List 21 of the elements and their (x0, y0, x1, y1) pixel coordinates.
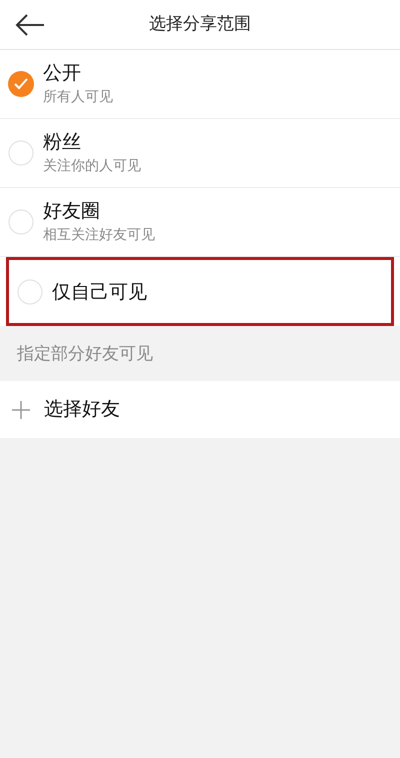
option-title: 粉丝 (43, 130, 82, 155)
checked-radio-icon (8, 71, 34, 97)
add-friend-label: 选择好友 (44, 397, 120, 422)
back-arrow-icon (15, 14, 45, 36)
page-title: 选择分享范围 (149, 12, 251, 36)
radio-icon (8, 209, 34, 235)
add-friend-row[interactable]: 选择好友 (0, 381, 400, 438)
plus-icon (12, 400, 30, 418)
section-title: 指定部分好友可见 (17, 342, 153, 366)
option-description: 相互关注好友可见 (43, 226, 155, 245)
option-title: 仅自己可见 (52, 280, 147, 304)
radio-icon (8, 140, 34, 166)
visibility-option[interactable]: 仅自己可见 (6, 257, 394, 326)
radio-icon (17, 278, 43, 304)
option-title: 好友圈 (43, 199, 101, 224)
visibility-option[interactable]: 粉丝 关注你的人可见 (0, 119, 400, 188)
visibility-option[interactable]: 好友圈 相互关注好友可见 (0, 188, 400, 257)
option-description: 关注你的人可见 (43, 157, 141, 176)
option-title: 公开 (43, 61, 82, 86)
visibility-option[interactable]: 公开 所有人可见 (0, 50, 400, 119)
option-description: 所有人可见 (43, 88, 113, 107)
